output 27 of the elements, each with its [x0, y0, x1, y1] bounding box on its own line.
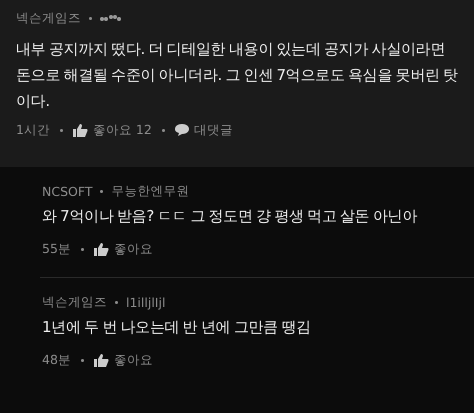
reply-time: 48분 — [42, 352, 71, 368]
like-button[interactable]: 좋아요 — [94, 240, 153, 258]
separator-dot — [100, 190, 104, 192]
reply-time: 55분 — [42, 240, 71, 258]
company-name: 넥슨게임즈 — [42, 294, 107, 310]
reply-button[interactable]: 대댓글 — [174, 122, 233, 138]
separator-dot — [115, 300, 118, 304]
comment-time: 1시간 — [16, 122, 50, 138]
thumbs-up-icon — [72, 124, 88, 136]
thumbs-up-icon — [94, 354, 109, 366]
separator-dot — [89, 16, 92, 20]
author-name: 무능한엔무원 — [111, 182, 190, 200]
like-button[interactable]: 좋아요 12 — [72, 122, 152, 138]
author-name: 넥슨게임즈 — [16, 10, 81, 26]
like-button[interactable]: 좋아요 — [94, 352, 153, 368]
speech-bubble-icon — [174, 124, 189, 136]
comment-text: 내부 공지까지 떴다. 더 디테일한 내용이 있는데 공지가 사실이라면 돈으로 해결될 수준이 아니더라. 그 인센 7억으로도 욕심을 못버린 탓이다. — [16, 39, 458, 112]
author-name: l1illjlIjl — [126, 294, 166, 310]
separator-dot — [60, 128, 63, 132]
separator-dot — [80, 248, 84, 250]
company-name: NCSOFT — [42, 184, 92, 198]
separator-dot — [162, 128, 165, 132]
separator-dot — [80, 358, 84, 362]
reply-text: 와 7억이나 받음? ㄷㄷ 그 정도면 걍 평생 먹고 살돈 아닌아 — [42, 206, 418, 227]
reply-text: 1년에 두 번 나오는데 반 년에 그만큼 땡김 — [42, 317, 312, 338]
thumbs-up-icon — [94, 242, 109, 256]
badge-icon — [100, 14, 122, 22]
